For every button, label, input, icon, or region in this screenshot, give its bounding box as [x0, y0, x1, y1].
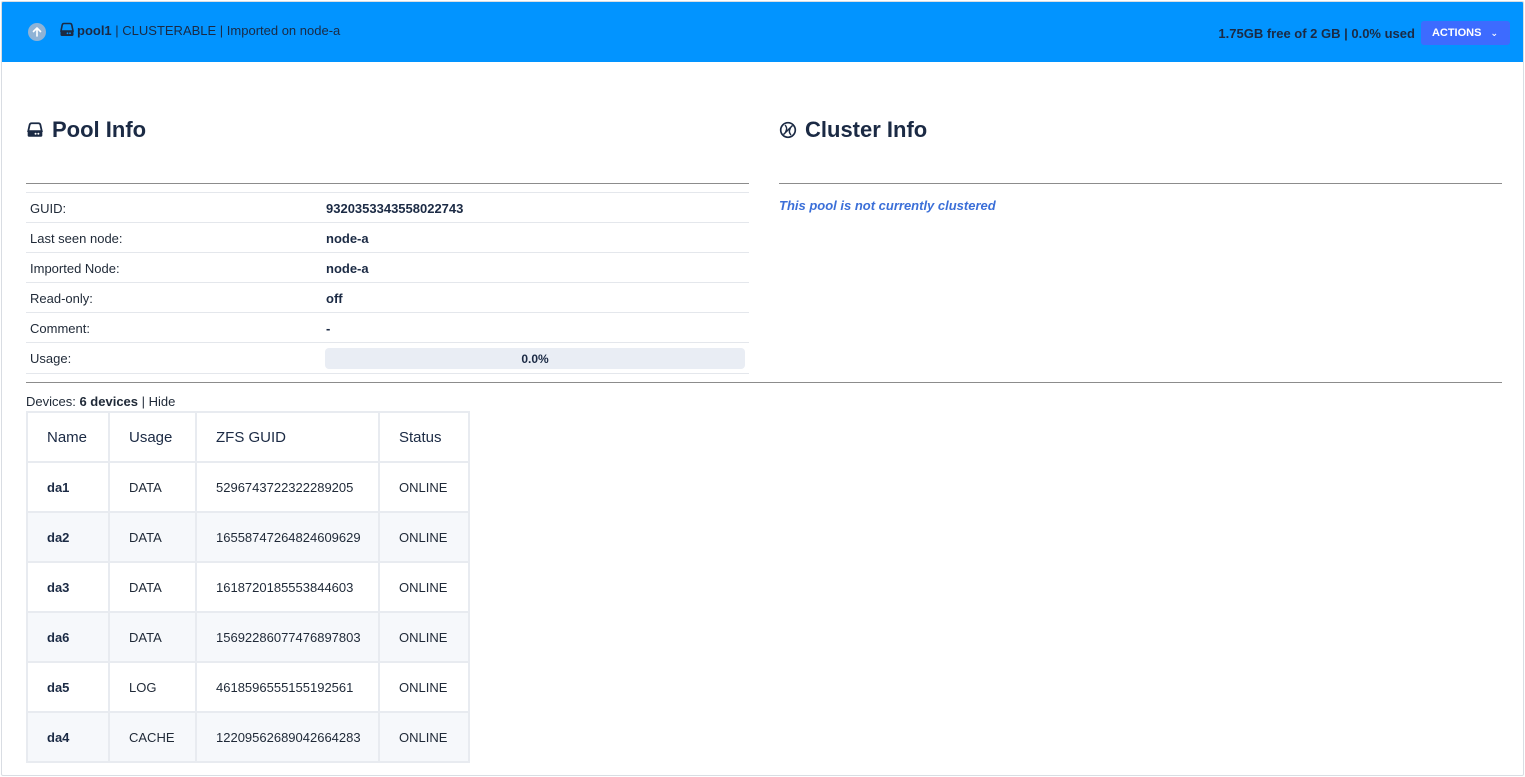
pool-panel: pool1 | CLUSTERABLE | Imported on node-a… — [1, 1, 1524, 776]
info-value: node-a — [326, 261, 369, 276]
pool-info-table: GUID: 9320353343558022743 Last seen node… — [26, 192, 749, 374]
device-usage: DATA — [108, 611, 197, 663]
hide-devices-link[interactable]: Hide — [149, 394, 176, 409]
info-value: 9320353343558022743 — [326, 201, 464, 216]
info-label: Read-only: — [30, 291, 93, 306]
pool-subtitle: | CLUSTERABLE | Imported on node-a — [111, 22, 341, 38]
device-name: da1 — [26, 461, 110, 513]
header-right: 1.75GB free of 2 GB | 0.0% used ACTIONS … — [1218, 21, 1510, 45]
device-usage: DATA — [108, 511, 197, 563]
not-clustered-message: This pool is not currently clustered — [779, 198, 996, 213]
hard-drive-icon — [59, 22, 75, 38]
column-header-status[interactable]: Status — [378, 411, 470, 463]
device-status: ONLINE — [378, 511, 470, 563]
column-header-zfs-guid[interactable]: ZFS GUID — [195, 411, 380, 463]
info-row-comment: Comment: - — [26, 313, 749, 343]
device-name: da5 — [26, 661, 110, 713]
cluster-info-heading: Cluster Info — [805, 117, 928, 142]
device-guid: 4618596555155192561 — [195, 661, 380, 713]
device-name: da6 — [26, 611, 110, 663]
device-usage: DATA — [108, 461, 197, 513]
device-status: ONLINE — [378, 711, 470, 763]
info-label: Usage: — [30, 351, 72, 366]
info-row-last-seen-node: Last seen node: node-a — [26, 223, 749, 253]
pool-info-heading: Pool Info — [52, 117, 147, 142]
collapse-button[interactable] — [28, 23, 46, 41]
device-guid: 12209562689042664283 — [195, 711, 380, 763]
info-row-guid: GUID: 9320353343558022743 — [26, 193, 749, 223]
pool-info-title: Pool Info — [26, 117, 146, 143]
info-label: Imported Node: — [30, 261, 120, 276]
device-name: da3 — [26, 561, 110, 613]
devices-table: Name Usage ZFS GUID Status da1 DATA 5296… — [26, 411, 470, 763]
column-header-name[interactable]: Name — [26, 411, 110, 463]
device-usage: DATA — [108, 561, 197, 613]
device-usage: CACHE — [108, 711, 197, 763]
cluster-info-divider — [779, 183, 1502, 184]
info-label: Comment: — [30, 321, 90, 336]
device-status: ONLINE — [378, 661, 470, 713]
device-status: ONLINE — [378, 461, 470, 513]
info-value: node-a — [326, 231, 369, 246]
devices-summary: Devices: 6 devices | Hide — [26, 394, 175, 409]
device-status: ONLINE — [378, 561, 470, 613]
table-row[interactable]: da6 DATA 15692286077476897803 ONLINE — [26, 611, 470, 663]
device-name: da4 — [26, 711, 110, 763]
table-row[interactable]: da3 DATA 1618720185553844603 ONLINE — [26, 561, 470, 613]
usage-percent: 0.0% — [521, 352, 549, 366]
cluster-info-title: Cluster Info — [779, 117, 927, 143]
pool-header: pool1 | CLUSTERABLE | Imported on node-a… — [2, 2, 1523, 62]
hard-drive-icon — [26, 121, 44, 139]
device-guid: 1618720185553844603 — [195, 561, 380, 613]
info-row-usage: Usage: 0.0% — [26, 343, 749, 374]
devices-prefix: Devices: — [26, 394, 80, 409]
cluster-icon — [779, 121, 797, 139]
device-usage: LOG — [108, 661, 197, 713]
table-row[interactable]: da1 DATA 5296743722322289205 ONLINE — [26, 461, 470, 513]
actions-label: ACTIONS — [1431, 27, 1482, 39]
usage-progress-bar: 0.0% — [325, 348, 745, 369]
info-value: - — [326, 321, 331, 336]
info-value: off — [326, 291, 343, 306]
device-guid: 15692286077476897803 — [195, 611, 380, 663]
devices-header-row: Name Usage ZFS GUID Status — [26, 411, 470, 463]
device-name: da2 — [26, 511, 110, 563]
actions-button[interactable]: ACTIONS ⌄ — [1420, 21, 1510, 45]
devices-separator: | — [138, 394, 149, 409]
table-row[interactable]: da2 DATA 16558747264824609629 ONLINE — [26, 511, 470, 563]
chevron-down-icon: ⌄ — [1490, 27, 1498, 38]
device-guid: 16558747264824609629 — [195, 511, 380, 563]
pool-info-divider — [26, 183, 749, 184]
arrow-up-icon — [32, 27, 42, 37]
table-row[interactable]: da5 LOG 4618596555155192561 ONLINE — [26, 661, 470, 713]
pool-name: pool1 — [77, 22, 112, 38]
device-status: ONLINE — [378, 611, 470, 663]
info-row-imported-node: Imported Node: node-a — [26, 253, 749, 283]
info-label: Last seen node: — [30, 231, 123, 246]
column-header-usage[interactable]: Usage — [108, 411, 197, 463]
info-label: GUID: — [30, 201, 67, 216]
devices-count: 6 devices — [79, 394, 139, 409]
info-row-read-only: Read-only: off — [26, 283, 749, 313]
table-row[interactable]: da4 CACHE 12209562689042664283 ONLINE — [26, 711, 470, 763]
device-guid: 5296743722322289205 — [195, 461, 380, 513]
header-title: pool1 | CLUSTERABLE | Imported on node-a — [59, 22, 340, 38]
capacity-summary: 1.75GB free of 2 GB | 0.0% used — [1218, 25, 1415, 41]
devices-divider — [26, 382, 1502, 383]
